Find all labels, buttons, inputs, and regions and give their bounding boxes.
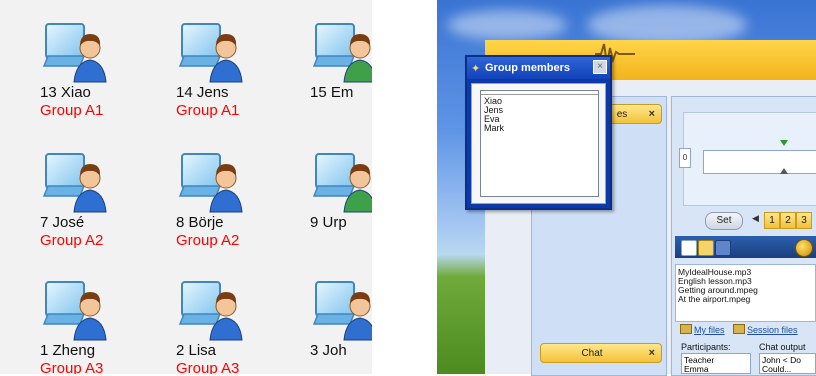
student-name: 1 Zheng bbox=[40, 342, 96, 359]
student-name: 8 Börje bbox=[176, 214, 224, 231]
users-icon: ✦ bbox=[471, 63, 481, 75]
dialog-title: Group members bbox=[485, 62, 570, 74]
chat-tab-label: Chat bbox=[581, 348, 603, 359]
student-computer-icon bbox=[42, 23, 107, 83]
chat-tab[interactable]: Chat × bbox=[540, 343, 662, 363]
list-divider bbox=[481, 94, 598, 95]
student-name: 15 Em bbox=[310, 84, 354, 101]
close-button[interactable]: × bbox=[593, 60, 607, 74]
member-list-item[interactable]: Jens bbox=[484, 106, 595, 115]
member-list[interactable]: Xiao Jens Eva Mark bbox=[480, 90, 599, 197]
chat-line: Could... bbox=[762, 364, 792, 374]
student-group-label: Group A1 bbox=[176, 102, 240, 119]
student-computer-tile[interactable]: 7 José Group A2 bbox=[40, 150, 160, 260]
close-icon[interactable]: × bbox=[649, 108, 655, 120]
student-computer-tile[interactable]: 9 Urp bbox=[310, 150, 372, 260]
timeline-left-handle[interactable]: 0 bbox=[679, 148, 691, 168]
student-name: 14 Jens bbox=[176, 84, 229, 101]
close-icon[interactable]: × bbox=[649, 347, 655, 359]
student-computer-tile[interactable]: 15 Em bbox=[310, 20, 372, 130]
student-name: 2 Lisa bbox=[176, 342, 217, 359]
file-tabs: My files Session files bbox=[680, 324, 804, 335]
timeline-track[interactable] bbox=[703, 150, 816, 174]
list-item[interactable]: Emma bbox=[684, 365, 748, 374]
participants-list[interactable]: Teacher Emma bbox=[681, 353, 751, 374]
student-computer-tile[interactable]: 2 Lisa Group A3 bbox=[176, 278, 296, 374]
student-computer-icon bbox=[312, 23, 372, 83]
student-computer-icon bbox=[312, 153, 372, 213]
student-grid-panel: 13 Xiao Group A1 14 Jens Group A1 15 Em 7 Jos… bbox=[0, 0, 372, 374]
playhead-marker-bottom-icon[interactable] bbox=[780, 168, 788, 174]
save-icon[interactable] bbox=[715, 240, 731, 256]
dialog-body: Xiao Jens Eva Mark bbox=[471, 83, 606, 204]
student-group-label: Group A3 bbox=[40, 360, 104, 374]
member-list-item[interactable]: Mark bbox=[484, 124, 595, 133]
open-folder-icon[interactable] bbox=[698, 240, 714, 256]
student-computer-tile[interactable]: 1 Zheng Group A3 bbox=[40, 278, 160, 374]
student-group-label: Group A2 bbox=[176, 232, 240, 249]
list-item[interactable]: At the airport.mpeg bbox=[678, 295, 813, 304]
student-name: 3 Joh bbox=[310, 342, 347, 359]
prev-page-icon[interactable]: ◀ bbox=[752, 213, 759, 224]
chat-output-label: Chat output bbox=[759, 342, 806, 352]
student-group-label: Group A1 bbox=[40, 102, 104, 119]
set-button[interactable]: Set bbox=[705, 212, 743, 230]
student-computer-icon bbox=[178, 281, 243, 341]
participants-label: Participants: bbox=[681, 342, 731, 352]
new-file-icon[interactable] bbox=[681, 240, 697, 256]
student-computer-icon bbox=[312, 281, 372, 341]
student-name: 9 Urp bbox=[310, 214, 347, 231]
student-computer-tile[interactable]: 3 Joh bbox=[310, 278, 372, 374]
folder-icon bbox=[733, 324, 746, 334]
page-button-3[interactable]: 3 bbox=[796, 212, 812, 229]
student-computer-tile[interactable]: 8 Börje Group A2 bbox=[176, 150, 296, 260]
chat-output[interactable]: John < Do Could... bbox=[759, 353, 816, 374]
refresh-icon[interactable] bbox=[795, 239, 813, 257]
cloud bbox=[587, 5, 747, 45]
page-button-1[interactable]: 1 bbox=[764, 212, 780, 229]
page-button-2[interactable]: 2 bbox=[780, 212, 796, 229]
student-group-label: Group A3 bbox=[176, 360, 240, 374]
dialog-titlebar[interactable]: ✦ Group members × bbox=[467, 57, 610, 79]
student-computer-icon bbox=[42, 153, 107, 213]
folder-icon bbox=[680, 324, 692, 334]
student-name: 7 José bbox=[40, 214, 85, 231]
group-members-dialog: ✦ Group members × Xiao Jens Eva Mark bbox=[465, 55, 612, 210]
student-computer-tile[interactable]: 14 Jens Group A1 bbox=[176, 20, 296, 130]
student-name: 13 Xiao bbox=[40, 84, 91, 101]
playhead-marker-top-icon[interactable] bbox=[780, 140, 788, 146]
student-computer-icon bbox=[42, 281, 107, 341]
student-group-label: Group A2 bbox=[40, 232, 104, 249]
student-computer-tile[interactable]: 13 Xiao Group A1 bbox=[40, 20, 160, 130]
tab-session-files[interactable]: Session files bbox=[747, 325, 798, 335]
file-list[interactable]: MyIdealHouse.mp3 English lesson.mp3 Gett… bbox=[675, 264, 816, 322]
tab-my-files[interactable]: My files bbox=[694, 325, 725, 335]
cloud bbox=[447, 10, 567, 40]
student-computer-icon bbox=[178, 153, 243, 213]
student-computer-icon bbox=[178, 23, 243, 83]
